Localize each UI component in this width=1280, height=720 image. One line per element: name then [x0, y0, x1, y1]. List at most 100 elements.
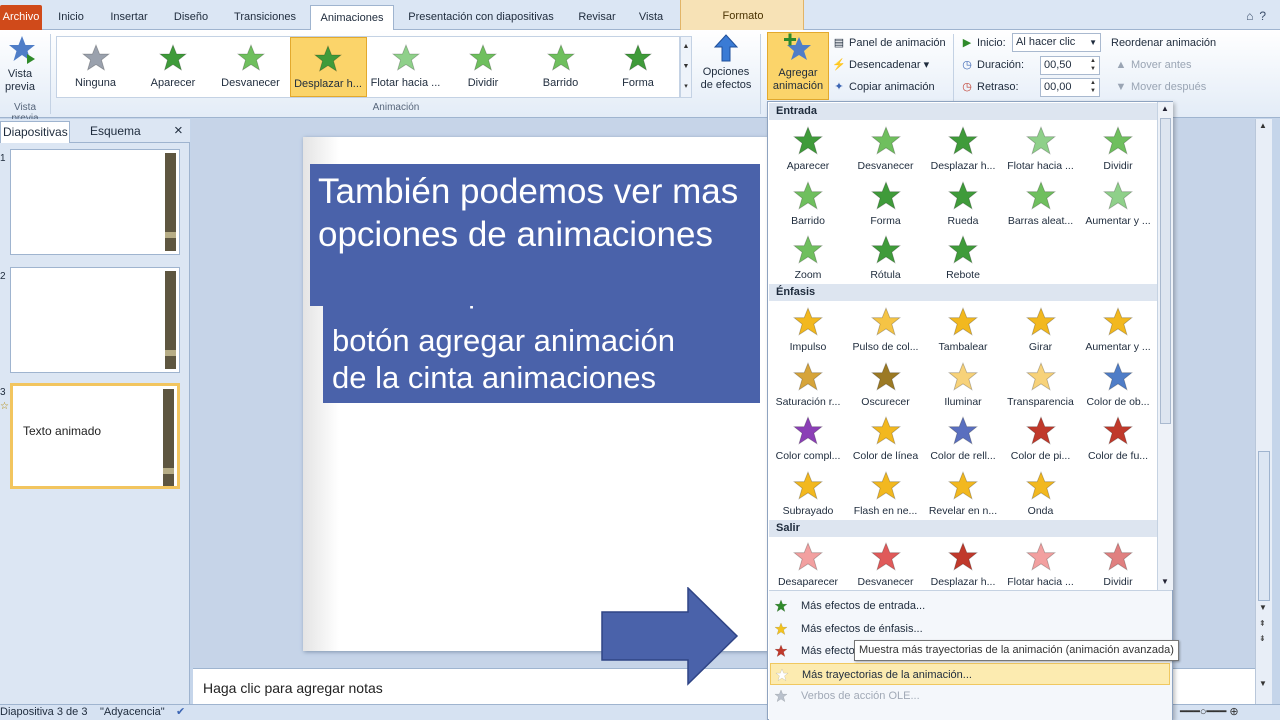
effect-options-button[interactable]: Opciones de efectos [696, 34, 756, 98]
emphasis-effect-item[interactable]: Transparencia [1002, 358, 1080, 410]
emphasis-effect-item[interactable]: Pulso de col... [847, 303, 925, 355]
emphasis-effect-item[interactable]: Color de fu... [1079, 412, 1157, 464]
emphasis-effect-item[interactable]: Girar [1002, 303, 1080, 355]
gallery-item[interactable]: Desvanecer [212, 37, 289, 97]
scroll-down-icon[interactable]: ▼ [1259, 679, 1267, 688]
emphasis-effect-item[interactable]: Color compl... [769, 412, 847, 464]
entrance-effect-item[interactable]: Aumentar y ... [1079, 177, 1157, 229]
delay-spinner[interactable]: ▲ ▼ [1087, 79, 1099, 96]
scroll-thumb[interactable] [1160, 118, 1171, 424]
entrance-effect-item[interactable]: Rebote [924, 231, 1002, 283]
emphasis-effect-item[interactable]: Subrayado [769, 467, 847, 519]
gallery-item[interactable]: Barrido [522, 37, 599, 97]
gallery-item[interactable]: Flotar hacia ... [367, 37, 444, 97]
emphasis-effect-item[interactable]: Color de pi... [1002, 412, 1080, 464]
exit-effect-item[interactable]: Desplazar h... [924, 538, 1002, 590]
close-icon[interactable]: × [172, 121, 186, 143]
effect-label: Desplazar h... [930, 160, 996, 172]
scroll-down-icon[interactable]: ▼ [1161, 577, 1169, 586]
help-icon[interactable]: ? [1259, 9, 1272, 23]
next-slide-icon[interactable]: ⇟ [1259, 634, 1266, 643]
animation-pane-button[interactable]: ▤ Panel de animación [832, 33, 946, 53]
entrance-effect-item[interactable]: Barras aleat... [1002, 177, 1080, 229]
gallery-item[interactable]: Dividir [445, 37, 522, 97]
gallery-scroll[interactable]: ▲ ▼ ▾ [680, 36, 692, 98]
previous-slide-icon[interactable]: ⇞ [1259, 619, 1266, 628]
slide-number: 1 [0, 153, 6, 164]
slide-thumbnail-3[interactable]: Texto animado [10, 383, 180, 489]
emphasis-effect-item[interactable]: Impulso [769, 303, 847, 355]
tab-view[interactable]: Vista [630, 5, 672, 30]
dropdown-scrollbar[interactable]: ▲ ▼ [1157, 102, 1173, 590]
slide-thumbnail-2[interactable] [10, 267, 180, 373]
entrance-effect-item[interactable]: Forma [847, 177, 925, 229]
tab-format[interactable]: Formato [681, 10, 805, 22]
tab-file[interactable]: Archivo [0, 5, 42, 30]
scroll-down-icon[interactable]: ▼ [1259, 603, 1267, 612]
tab-slideshow[interactable]: Presentación con diapositivas [400, 5, 562, 30]
trigger-button[interactable]: ⚡ Desencadenar ▾ [832, 55, 929, 75]
gallery-item[interactable]: Ninguna [57, 37, 134, 97]
entrance-effect-item[interactable]: Desvanecer [847, 122, 925, 174]
scroll-up-icon[interactable]: ▲ [1259, 121, 1267, 130]
emphasis-effect-item[interactable]: Color de rell... [924, 412, 1002, 464]
minimize-ribbon-icon[interactable]: ⌂ [1246, 9, 1259, 23]
spellcheck-icon[interactable]: ✔ [176, 705, 185, 720]
delay-input[interactable]: 00,00 ▲ ▼ [1040, 78, 1100, 97]
text-box-instructions[interactable]: debemos presionar el botón agregar anima… [323, 300, 760, 403]
tab-insert[interactable]: Insertar [100, 5, 158, 30]
emphasis-effect-item[interactable]: Color de línea [847, 412, 925, 464]
emphasis-effect-item[interactable]: Revelar en n... [924, 467, 1002, 519]
emphasis-effect-item[interactable]: Onda [1002, 467, 1080, 519]
emphasis-effect-item[interactable]: Color de ob... [1079, 358, 1157, 410]
tab-design[interactable]: Diseño [164, 5, 218, 30]
emphasis-effect-item[interactable]: Iluminar [924, 358, 1002, 410]
more-effects-menu-item[interactable]: Más efectos de énfasis... [770, 618, 1170, 640]
scroll-up-icon[interactable]: ▲ [1161, 104, 1169, 113]
more-effects-menu-item[interactable]: Verbos de acción OLE... [770, 685, 1170, 707]
entrance-effect-item[interactable]: Aparecer [769, 122, 847, 174]
tab-animations[interactable]: Animaciones [310, 5, 394, 31]
more-effects-menu-item[interactable]: Más trayectorias de la animación... [770, 662, 1170, 685]
entrance-effect-item[interactable]: Rueda [924, 177, 1002, 229]
emphasis-effect-item[interactable]: Saturación r... [769, 358, 847, 410]
right-arrow-shape[interactable] [600, 587, 740, 687]
duration-spinner[interactable]: ▲ ▼ [1087, 57, 1099, 74]
add-animation-button[interactable]: Agregar animación [767, 32, 829, 100]
emphasis-effect-item[interactable]: Tambalear [924, 303, 1002, 355]
gallery-item[interactable]: Aparecer [135, 37, 212, 97]
move-earlier-button[interactable]: ▲ Mover antes [1114, 55, 1192, 75]
tab-review[interactable]: Revisar [570, 5, 624, 30]
exit-effect-item[interactable]: Desaparecer [769, 538, 847, 590]
start-select[interactable]: Al hacer clic ▼ [1012, 33, 1101, 52]
slide-number: 3 [0, 387, 6, 398]
entrance-effect-item[interactable]: Rótula [847, 231, 925, 283]
entrance-effect-item[interactable]: Dividir [1079, 122, 1157, 174]
exit-effect-item[interactable]: Dividir [1079, 538, 1157, 590]
tab-transitions[interactable]: Transiciones [226, 5, 304, 30]
entrance-effect-item[interactable]: Flotar hacia ... [1002, 122, 1080, 174]
entrance-effect-item[interactable]: Desplazar h... [924, 122, 1002, 174]
gallery-item[interactable]: Desplazar h... [289, 37, 367, 97]
entrance-effect-item[interactable]: Barrido [769, 177, 847, 229]
gallery-item[interactable]: Forma [600, 37, 677, 97]
emphasis-effect-item[interactable]: Flash en ne... [847, 467, 925, 519]
scroll-thumb[interactable] [1258, 451, 1270, 601]
move-later-button[interactable]: ▼ Mover después [1114, 77, 1207, 97]
tab-home[interactable]: Inicio [48, 5, 94, 30]
copy-animation-button[interactable]: ✦ Copiar animación [832, 77, 934, 97]
emphasis-effect-item[interactable]: Aumentar y ... [1079, 303, 1157, 355]
more-effects-menu-item[interactable]: Más efectos de entrada... [770, 595, 1170, 617]
slide-scrollbar[interactable]: ▲ ▼ ⇞ ⇟ ▼ [1255, 119, 1272, 704]
tab-outline[interactable]: Esquema [88, 121, 148, 143]
exit-effect-item[interactable]: Desvanecer [847, 538, 925, 590]
preview-button[interactable]: Vista previa [0, 34, 44, 96]
emphasis-effect-item[interactable]: Oscurecer [847, 358, 925, 410]
slide-thumbnail-1[interactable] [10, 149, 180, 255]
zoom-slider[interactable]: ━━━○━━━ ⊕ [1180, 705, 1239, 720]
duration-input[interactable]: 00,50 ▲ ▼ [1040, 56, 1100, 75]
text-box-callout[interactable]: También podemos ver mas opciones de anim… [310, 164, 760, 306]
exit-effect-item[interactable]: Flotar hacia ... [1002, 538, 1080, 590]
tab-slides[interactable]: Diapositivas [0, 121, 70, 143]
entrance-effect-item[interactable]: Zoom [769, 231, 847, 283]
